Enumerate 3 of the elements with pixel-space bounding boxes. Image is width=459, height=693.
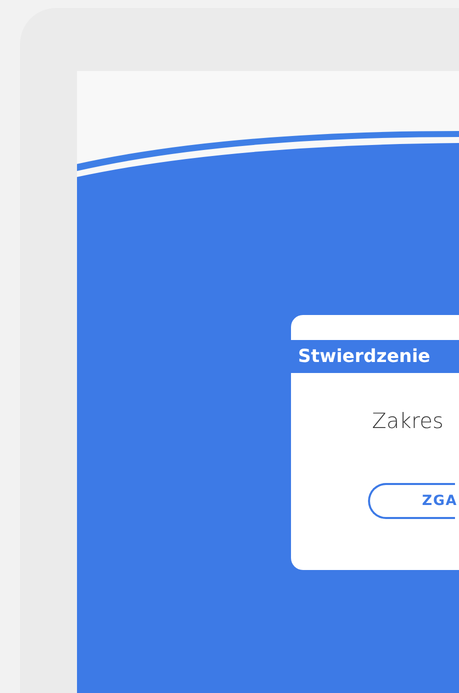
agree-button[interactable]: ZGA <box>368 483 455 519</box>
dialog-message: Zakres <box>372 409 444 433</box>
dialog-title: Stwierdzenie <box>291 340 459 373</box>
